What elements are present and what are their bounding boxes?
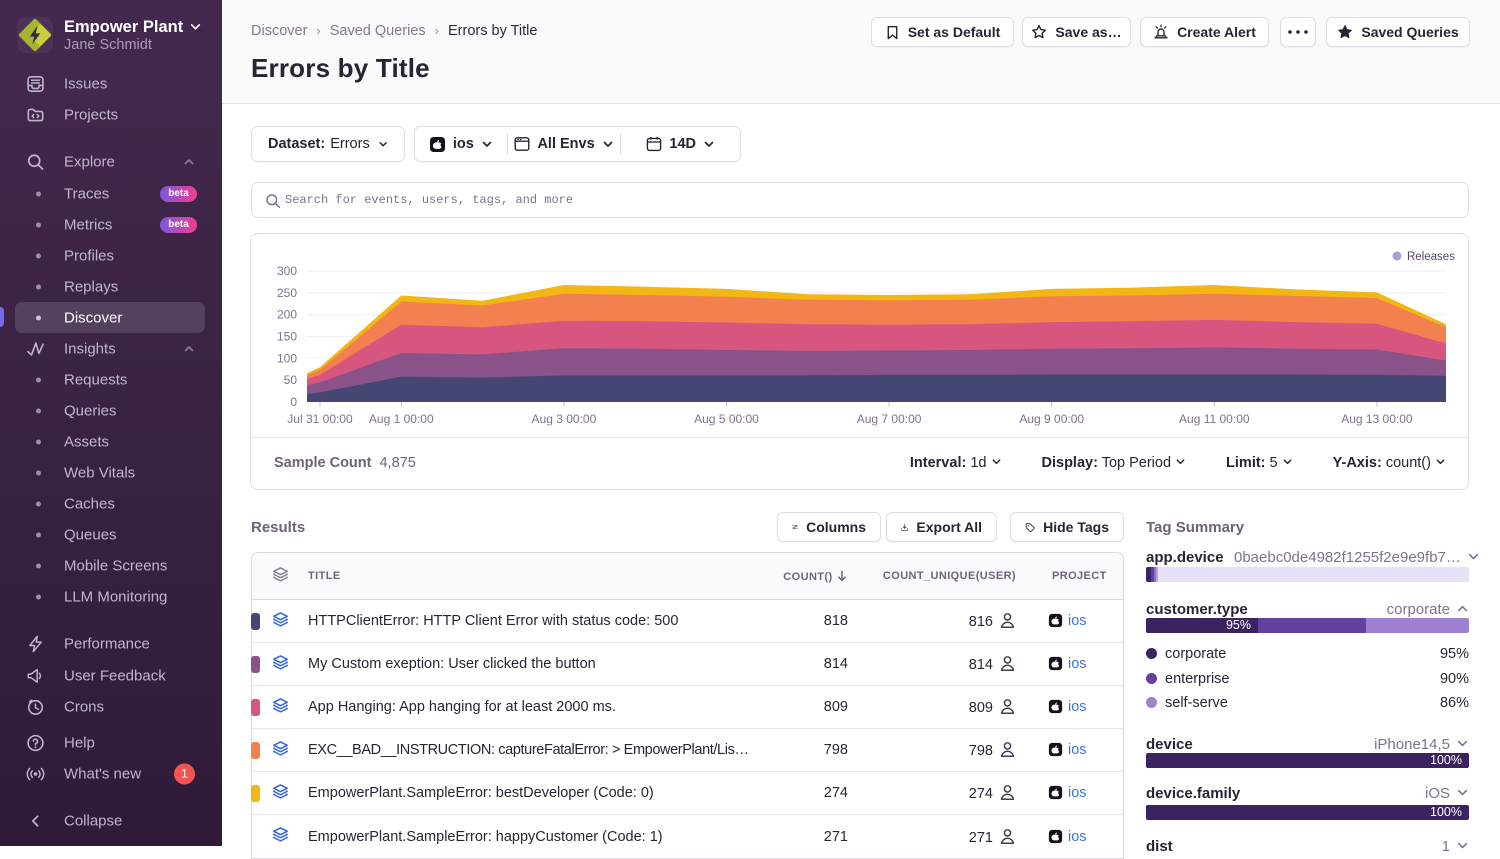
svg-text:Aug 7 00:00: Aug 7 00:00: [857, 412, 922, 426]
svg-text:Aug 5 00:00: Aug 5 00:00: [694, 412, 759, 426]
svg-text:Aug 9 00:00: Aug 9 00:00: [1019, 412, 1084, 426]
svg-text:200: 200: [277, 308, 297, 322]
svg-text:100: 100: [277, 351, 297, 365]
svg-text:250: 250: [277, 286, 297, 300]
svg-text:50: 50: [284, 373, 298, 387]
svg-text:Aug 3 00:00: Aug 3 00:00: [532, 412, 597, 426]
svg-text:Jul 31 00:00: Jul 31 00:00: [287, 412, 353, 426]
svg-text:300: 300: [277, 264, 297, 278]
svg-text:150: 150: [277, 330, 297, 344]
svg-text:Releases: Releases: [1407, 251, 1455, 263]
svg-text:Aug 13 00:00: Aug 13 00:00: [1341, 412, 1413, 426]
svg-text:Aug 11 00:00: Aug 11 00:00: [1179, 412, 1250, 426]
svg-text:0: 0: [290, 395, 297, 409]
svg-text:Aug 1 00:00: Aug 1 00:00: [369, 412, 434, 426]
